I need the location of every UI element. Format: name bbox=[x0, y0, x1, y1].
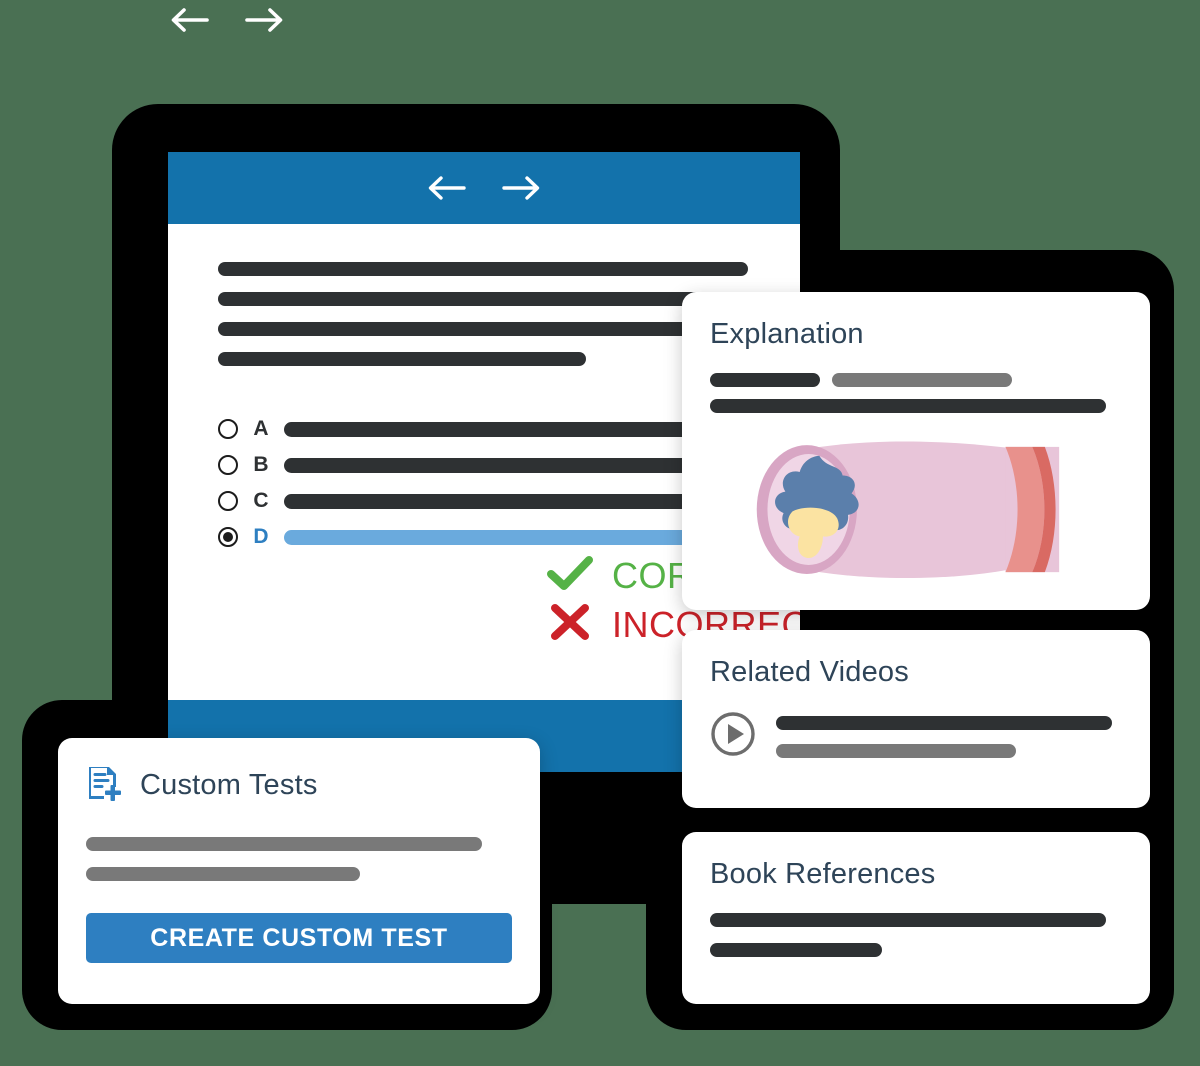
explanation-line-row-1 bbox=[710, 373, 1122, 387]
related-videos-card: Related Videos bbox=[682, 630, 1150, 808]
explanation-card: Explanation bbox=[682, 292, 1150, 610]
play-circle-icon[interactable] bbox=[710, 711, 756, 762]
arrow-right-icon[interactable] bbox=[244, 5, 286, 35]
custom-tests-title: Custom Tests bbox=[140, 769, 318, 801]
next-question-button[interactable] bbox=[501, 173, 543, 203]
explanation-title: Explanation bbox=[710, 318, 864, 350]
cross-icon bbox=[546, 603, 594, 646]
placeholder-bar bbox=[776, 743, 1016, 758]
custom-tests-description-placeholder bbox=[86, 837, 512, 881]
placeholder-bar bbox=[710, 913, 1106, 927]
custom-tests-card: Custom Tests CREATE CUSTOM TEST bbox=[58, 738, 540, 1004]
artery-cross-section-illustration bbox=[756, 441, 1060, 579]
radio-button-b[interactable] bbox=[218, 455, 238, 475]
illustration-stage: ABCD CORRECT INCORR bbox=[0, 0, 1200, 1066]
check-icon bbox=[546, 554, 594, 597]
placeholder-bar bbox=[710, 373, 820, 387]
placeholder-bar bbox=[86, 867, 360, 881]
book-references-card: Book References bbox=[682, 832, 1150, 1004]
placeholder-bar bbox=[710, 399, 1106, 413]
previous-question-button[interactable] bbox=[425, 173, 467, 203]
placeholder-bar bbox=[218, 352, 586, 366]
radio-selected-dot bbox=[223, 532, 233, 542]
placeholder-bar bbox=[776, 715, 1112, 730]
answer-option-letter: D bbox=[253, 525, 269, 548]
document-add-icon bbox=[86, 764, 122, 807]
placeholder-bar bbox=[832, 373, 1012, 387]
placeholder-bar bbox=[86, 837, 482, 851]
answer-option-letter: A bbox=[253, 417, 269, 440]
custom-tests-header: Custom Tests bbox=[86, 764, 512, 807]
radio-button-d[interactable] bbox=[218, 527, 238, 547]
placeholder-bar bbox=[710, 943, 882, 957]
radio-button-c[interactable] bbox=[218, 491, 238, 511]
video-title-placeholder bbox=[776, 715, 1122, 758]
book-reference-placeholder bbox=[710, 913, 1122, 957]
related-videos-title: Related Videos bbox=[710, 656, 909, 688]
top-navigation bbox=[168, 0, 288, 40]
book-references-title: Book References bbox=[710, 858, 936, 890]
video-list-item[interactable] bbox=[710, 711, 1122, 762]
create-custom-test-button[interactable]: CREATE CUSTOM TEST bbox=[86, 913, 512, 963]
radio-button-a[interactable] bbox=[218, 419, 238, 439]
answer-option-letter: C bbox=[253, 489, 269, 512]
placeholder-bar bbox=[218, 262, 748, 276]
answer-option-letter: B bbox=[253, 453, 269, 476]
question-toolbar bbox=[168, 152, 800, 224]
arrow-left-icon[interactable] bbox=[168, 5, 210, 35]
